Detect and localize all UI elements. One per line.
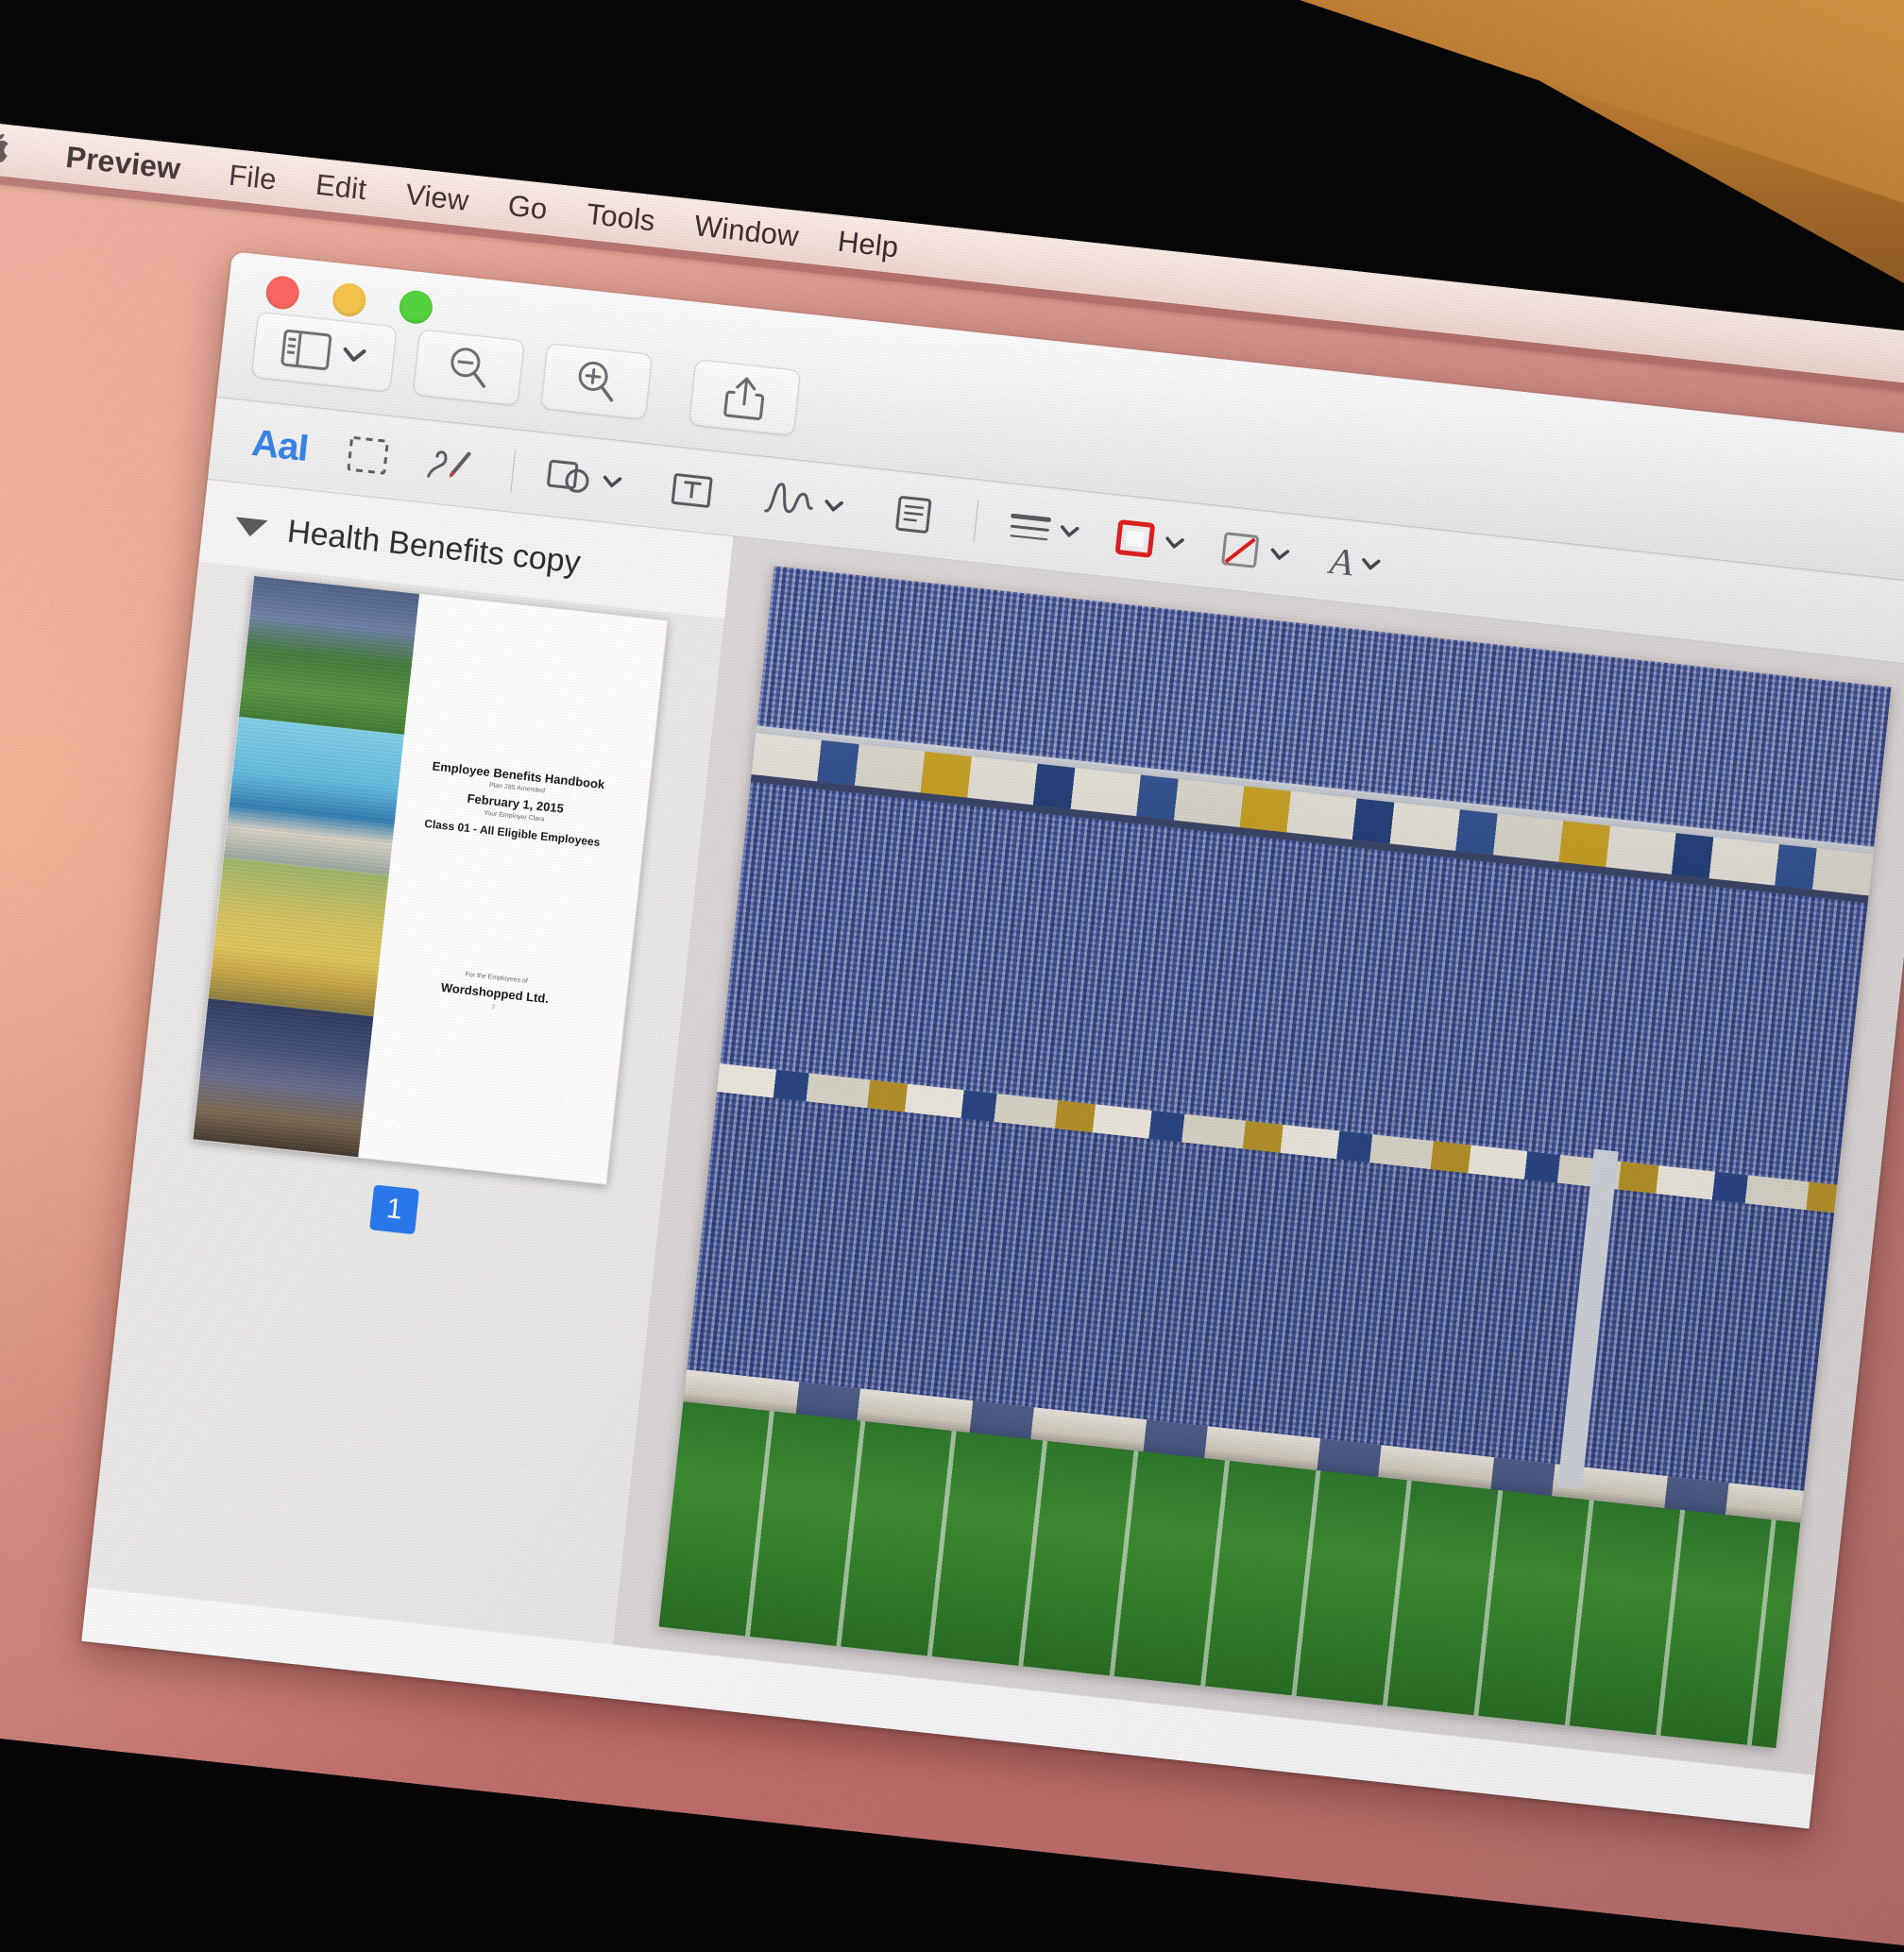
- preview-window: AaI A Health Benefits copy Employee Bene…: [81, 251, 1904, 1829]
- toolbar-divider: [973, 500, 979, 544]
- note-icon: [892, 491, 936, 538]
- disclosure-triangle-down-icon[interactable]: [233, 517, 268, 539]
- menu-item-view[interactable]: View: [404, 177, 470, 217]
- text-tool[interactable]: [651, 456, 732, 524]
- menu-item-tools[interactable]: Tools: [585, 196, 656, 238]
- magnifier-plus-icon: [571, 356, 621, 406]
- zoom-in-button[interactable]: [540, 342, 653, 420]
- shapes-icon: [543, 453, 597, 501]
- text-selection-tool[interactable]: AaI: [233, 411, 326, 481]
- text-style-tool[interactable]: A: [1315, 529, 1396, 597]
- page-number-badge[interactable]: 1: [369, 1184, 420, 1235]
- border-color-icon: [1114, 516, 1159, 561]
- concert-crowd-photo: [193, 998, 374, 1158]
- zoom-out-button[interactable]: [412, 329, 525, 406]
- sidebar-icon: [280, 328, 332, 372]
- signature-tool[interactable]: [751, 467, 855, 538]
- magnifier-minus-icon: [444, 343, 494, 393]
- border-color-tool[interactable]: [1105, 505, 1196, 574]
- shape-style-tool[interactable]: [997, 494, 1090, 564]
- apple-logo-icon[interactable]: [0, 131, 15, 166]
- share-icon: [722, 373, 768, 422]
- chevron-down-icon: [1268, 547, 1290, 562]
- menu-item-window[interactable]: Window: [692, 209, 800, 254]
- chevron-down-icon: [1164, 535, 1185, 551]
- window-body: Health Benefits copy Employee Benefits H…: [87, 479, 1904, 1775]
- page-thumbnail[interactable]: Employee Benefits Handbook Plan 285 Amen…: [192, 574, 669, 1186]
- marquee-selection-icon: [344, 432, 392, 480]
- shapes-tool[interactable]: [535, 444, 633, 514]
- share-button[interactable]: [688, 359, 802, 436]
- menu-item-edit[interactable]: Edit: [314, 167, 368, 207]
- menu-item-file[interactable]: File: [228, 158, 279, 196]
- line-style-icon: [1007, 506, 1054, 549]
- note-tool[interactable]: [873, 481, 954, 549]
- document-page: [657, 566, 1892, 1749]
- menu-item-preview[interactable]: Preview: [64, 140, 182, 187]
- chevron-down-icon: [1360, 556, 1382, 571]
- document-content-pane[interactable]: [614, 536, 1904, 1775]
- sketch-pen-icon: [422, 438, 480, 491]
- chevron-down-icon: [1059, 524, 1080, 539]
- toolbar-divider: [510, 449, 517, 493]
- menu-item-go[interactable]: Go: [506, 188, 549, 226]
- document-title: Health Benefits copy: [285, 513, 583, 582]
- fill-color-tool[interactable]: [1210, 518, 1300, 586]
- chevron-down-icon: [341, 347, 367, 365]
- thumbnail-list[interactable]: Employee Benefits Handbook Plan 285 Amen…: [87, 561, 725, 1645]
- display-screen: Preview File Edit View Go Tools Window H…: [0, 111, 1904, 1952]
- chevron-down-icon: [601, 474, 622, 489]
- aa-text-icon: AaI: [249, 421, 311, 469]
- font-a-icon: A: [1328, 538, 1356, 584]
- chevron-down-icon: [823, 499, 844, 514]
- text-box-icon: [668, 467, 716, 515]
- stadium-photo: [238, 575, 420, 736]
- fill-color-icon: [1218, 527, 1264, 572]
- sketch-tool[interactable]: [410, 431, 491, 499]
- farm-combine-photo: [208, 857, 389, 1017]
- city-harbour-photo: [223, 717, 404, 876]
- stadium-crowd-photo: [657, 566, 1892, 1749]
- signature-icon: [759, 477, 819, 526]
- sidebar-view-button[interactable]: [250, 311, 398, 393]
- rectangular-selection-tool[interactable]: [327, 421, 408, 489]
- menu-item-help[interactable]: Help: [836, 224, 900, 264]
